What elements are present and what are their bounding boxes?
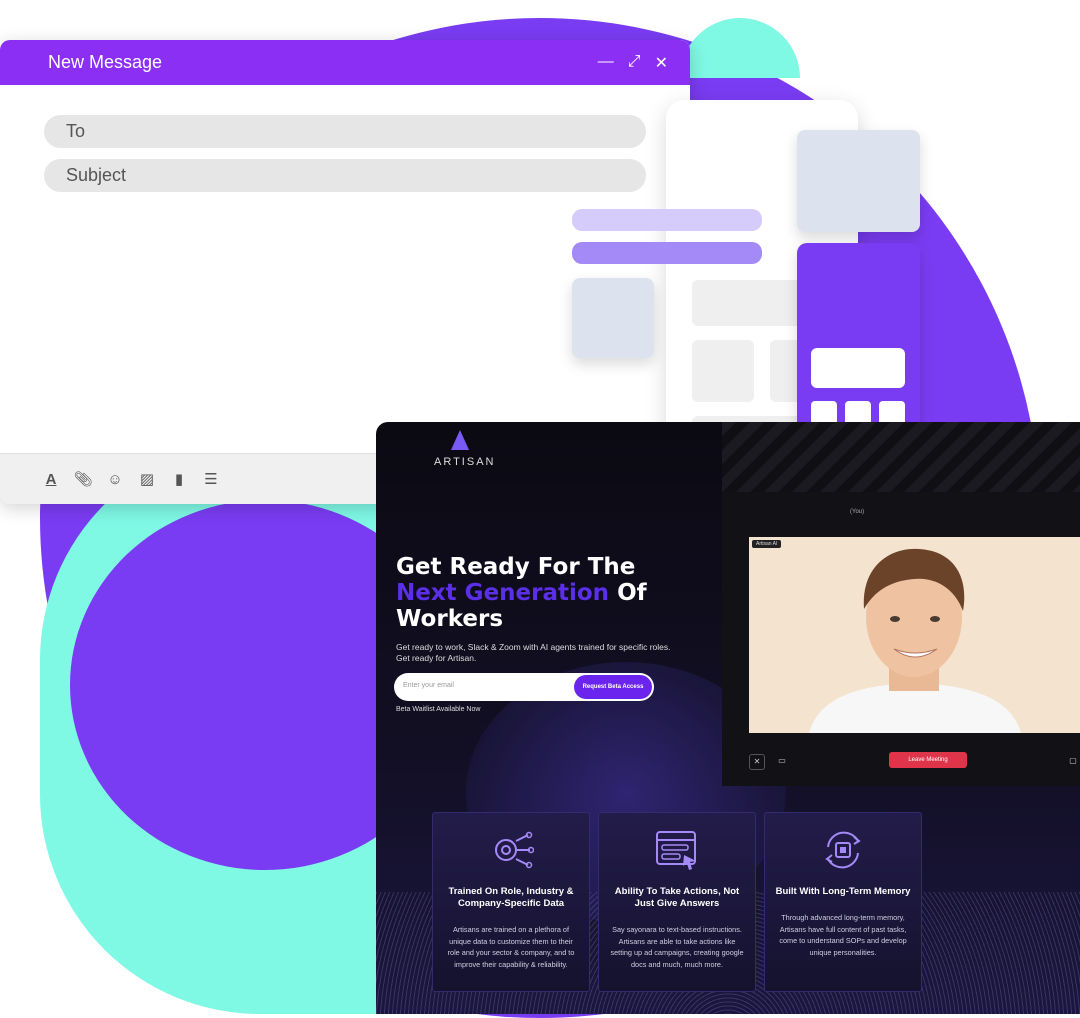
you-label: (You) — [850, 509, 865, 515]
leave-meeting-label: Leave Meeting — [908, 757, 948, 763]
hero-heading: Get Ready For The Next Generation Of Wor… — [396, 554, 696, 632]
lavender-bar — [572, 209, 762, 231]
feature-card: Ability To Take Actions, Not Just Give A… — [598, 812, 756, 992]
chat-icon[interactable]: ▢ — [1066, 754, 1080, 768]
to-field[interactable]: To — [44, 115, 646, 148]
artisan-landing-page: ARTISAN (You) Artisan AI ✕ ▭ Leave Meeti… — [376, 422, 1080, 1014]
expand-icon[interactable]: ⤢ — [628, 53, 641, 73]
hero-subtitle: Get ready to work, Slack & Zoom with AI … — [396, 642, 671, 663]
light-tile — [797, 130, 920, 232]
purple-bar — [572, 242, 762, 264]
compose-title: New Message — [48, 52, 163, 72]
request-beta-button[interactable]: Request Beta Access — [574, 675, 652, 699]
calculator-screen — [811, 348, 905, 388]
subject-field[interactable]: Subject — [44, 159, 646, 192]
camera-icon[interactable]: ▭ — [775, 754, 789, 768]
mic-off-icon[interactable]: ✕ — [749, 754, 765, 770]
artisan-ai-badge: Artisan AI — [752, 540, 782, 548]
artisan-logo-text[interactable]: ARTISAN — [434, 456, 495, 468]
feature-title: Trained On Role, Industry & Company-Spec… — [448, 886, 574, 909]
gear-network-icon — [495, 831, 535, 869]
minimize-icon[interactable]: — — [598, 53, 614, 73]
email-input[interactable]: Enter your email — [403, 682, 454, 689]
feature-card: Trained On Role, Industry & Company-Spec… — [432, 812, 590, 992]
feature-body: Artisans are trained on a plethora of un… — [447, 925, 575, 969]
feature-body: Through advanced long-term memory, Artis… — [779, 913, 907, 957]
feature-title: Ability To Take Actions, Not Just Give A… — [614, 886, 740, 909]
hero-accent: Next Generation — [396, 580, 610, 606]
feature-card: Built With Long-Term Memory Through adva… — [764, 812, 922, 992]
leave-meeting-button[interactable]: Leave Meeting — [889, 752, 967, 768]
email-signup: Enter your email Request Beta Access — [394, 673, 654, 701]
phone-block — [692, 340, 754, 402]
background-teal-arc — [680, 18, 800, 78]
video-feed: Artisan AI — [749, 537, 1080, 733]
attach-icon[interactable]: 📎︎ — [73, 470, 92, 488]
video-call-panel: (You) Artisan AI ✕ ▭ Leave Meeting ▢ — [722, 422, 1080, 786]
feature-body: Say sayonara to text-based instructions.… — [610, 925, 744, 969]
hero-line-2-rest: Of — [609, 580, 647, 606]
text-format-icon[interactable]: A — [42, 470, 60, 488]
compose-header: New Message — ⤢ ✕ — [0, 40, 690, 85]
beta-waitlist-text: Beta Waitlist Available Now — [396, 706, 481, 713]
memory-chip-icon — [825, 831, 861, 869]
emoji-icon[interactable]: ☺ — [106, 470, 124, 488]
image-icon[interactable]: ▨ — [138, 470, 156, 488]
artisan-logo-icon[interactable] — [451, 430, 469, 450]
call-header-pattern — [722, 422, 1080, 492]
hero-line-1: Get Ready For The — [396, 554, 636, 580]
person-avatar — [809, 548, 1021, 733]
more-icon[interactable]: ☰ — [202, 470, 220, 488]
close-icon[interactable]: ✕ — [655, 53, 668, 73]
dashboard-cursor-icon — [656, 831, 696, 870]
hero-line-3: Workers — [396, 606, 504, 632]
feature-title: Built With Long-Term Memory — [775, 886, 911, 897]
trash-icon[interactable]: ▮ — [170, 470, 188, 488]
light-tile — [572, 278, 654, 358]
